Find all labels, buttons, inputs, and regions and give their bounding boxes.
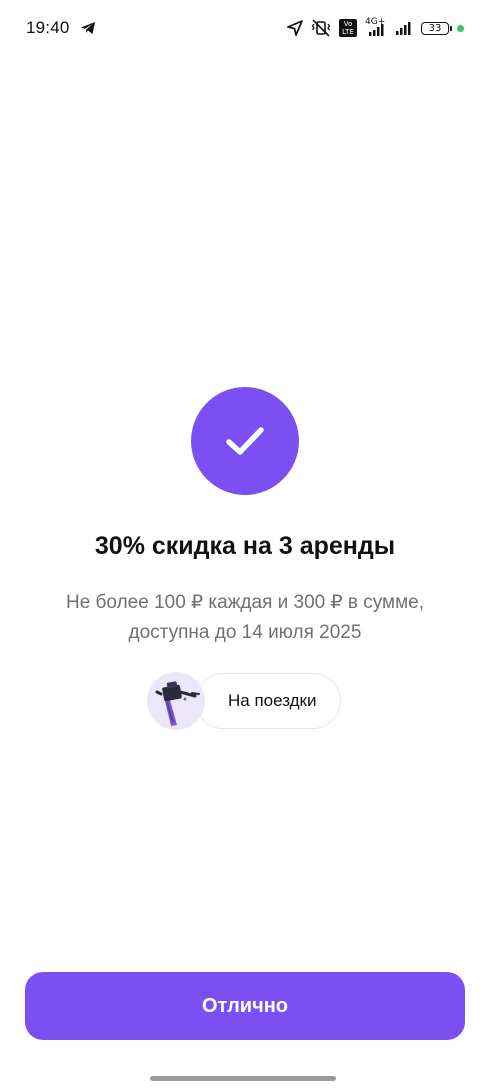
home-indicator[interactable] [150, 1076, 336, 1081]
discount-description-line-1: Не более 100 ₽ каждая и 300 ₽ в сумме, [65, 592, 425, 613]
green-dot-indicator [457, 24, 464, 32]
confirm-button[interactable]: Отлично [25, 972, 465, 1040]
applies-to-chip: На поездки [147, 671, 342, 731]
volte-label: Vo LTE [339, 19, 357, 37]
status-bar: 19:40 Vo LTE 4G+ 33 [0, 0, 490, 56]
scooter-icon [147, 672, 205, 730]
discount-title: 30% скидка на 3 аренды [94, 532, 396, 560]
status-time: 19:40 [26, 18, 70, 37]
signal-icon: 4G+ [365, 17, 387, 37]
battery-icon: 33 [421, 21, 452, 35]
vibrate-off-icon [311, 19, 331, 37]
location-arrow-icon [287, 20, 303, 36]
battery-level: 33 [428, 22, 442, 34]
status-bar-left: 19:40 [26, 18, 96, 38]
success-badge [191, 387, 299, 495]
volte-icon: Vo LTE [339, 19, 357, 37]
signal-icon [395, 20, 413, 36]
checkmark-icon [226, 427, 264, 455]
chip-pill: На поездки [195, 673, 342, 729]
status-bar-right: Vo LTE 4G+ 33 [287, 17, 464, 37]
discount-description: Не более 100 ₽ каждая и 300 ₽ в сумме, д… [30, 588, 460, 648]
discount-description-line-2: доступна до 14 июля 2025 [128, 622, 362, 643]
chip-label: На поездки [228, 691, 317, 710]
telegram-icon [80, 21, 96, 35]
